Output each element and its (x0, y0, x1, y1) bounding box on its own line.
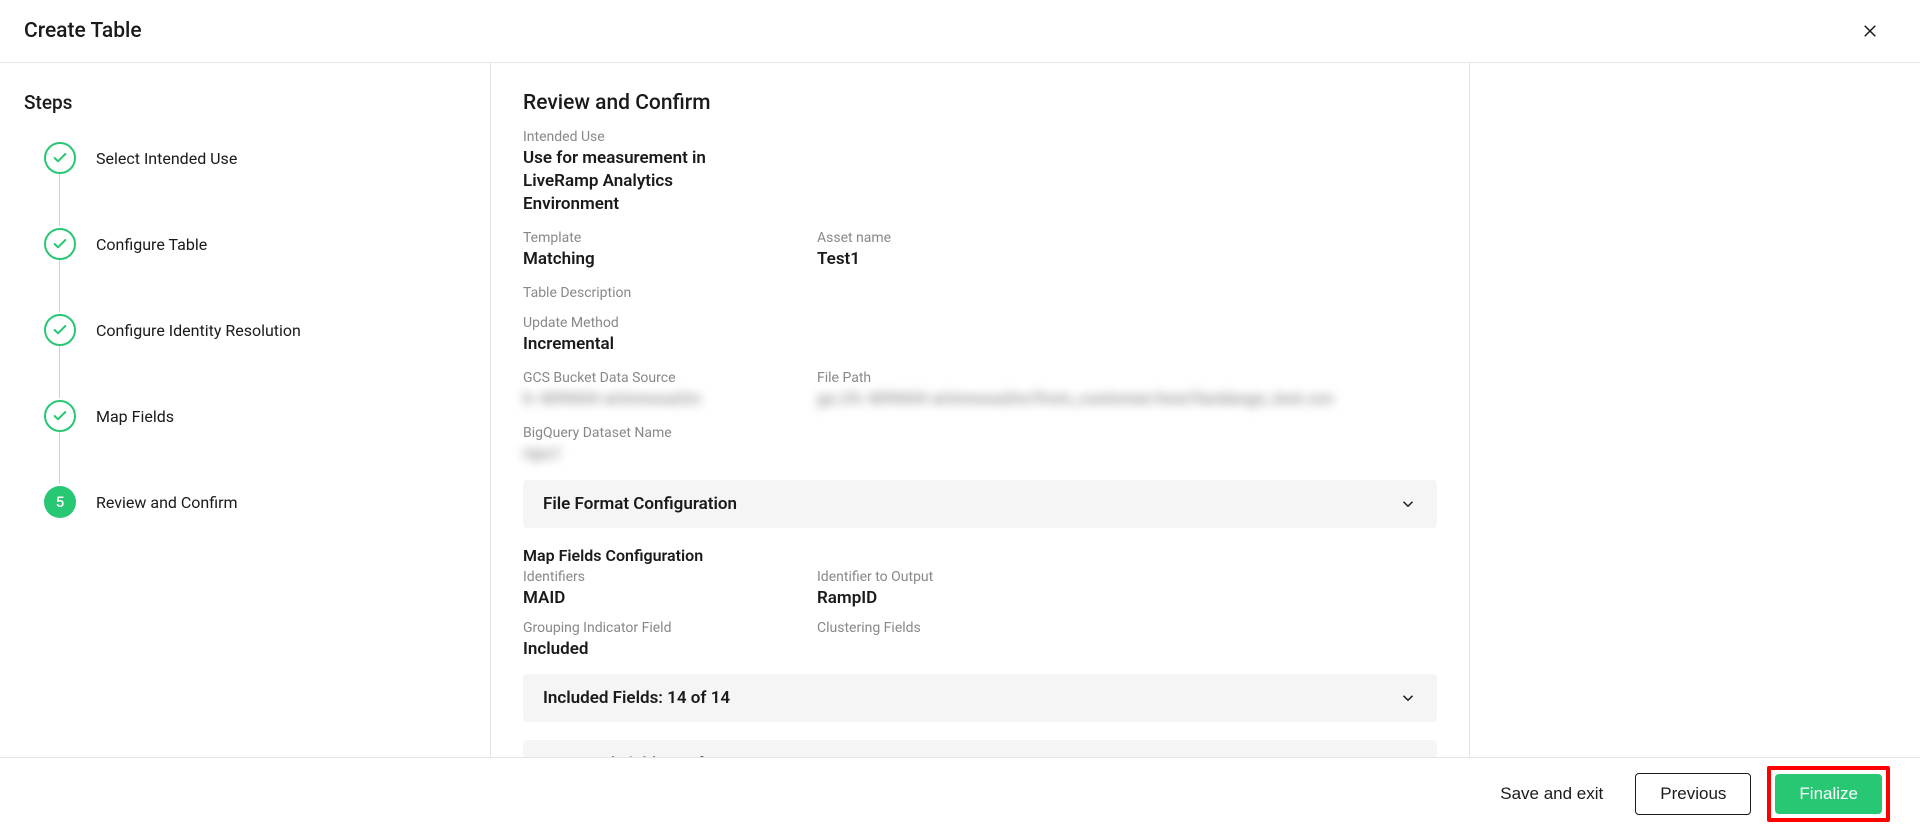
step-number-icon: 5 (44, 486, 76, 518)
finalize-button[interactable]: Finalize (1775, 774, 1882, 814)
bigquery-dataset-value: rips1 (523, 443, 1437, 466)
gcs-bucket-value: lr-409604-arimnoua2m (523, 388, 797, 411)
grouping-indicator-label: Grouping Indicator Field (523, 620, 797, 636)
check-icon (44, 228, 76, 260)
step-label: Configure Table (96, 235, 207, 254)
identifier-output-label: Identifier to Output (817, 569, 1437, 585)
finalize-highlight: Finalize (1767, 766, 1890, 822)
close-icon (1861, 22, 1879, 40)
table-description-label: Table Description (523, 285, 1437, 301)
clustering-fields-label: Clustering Fields (817, 620, 1437, 636)
panel-title: Review and Confirm (523, 91, 1437, 115)
check-icon (44, 314, 76, 346)
check-icon (44, 142, 76, 174)
identifiers-value: MAID (523, 587, 797, 610)
file-path-value: gs://lr-409604-arimnoua2m/from_customer/… (817, 388, 1437, 411)
step-configure-table[interactable]: Configure Table (44, 228, 466, 314)
template-label: Template (523, 230, 797, 246)
map-fields-title: Map Fields Configuration (523, 546, 1437, 565)
step-label: Configure Identity Resolution (96, 321, 301, 340)
gcs-bucket-label: GCS Bucket Data Source (523, 370, 797, 386)
accordion-title: Included Fields: 14 of 14 (543, 688, 730, 708)
dialog-footer: Save and exit Previous Finalize (0, 757, 1920, 829)
step-label: Map Fields (96, 407, 174, 426)
previous-button[interactable]: Previous (1635, 773, 1751, 815)
review-panel: Review and Confirm Intended Use Use for … (490, 63, 1470, 760)
chevron-down-icon (1399, 495, 1417, 513)
check-icon (44, 400, 76, 432)
file-path-label: File Path (817, 370, 1437, 386)
step-select-intended-use[interactable]: Select Intended Use (44, 142, 466, 228)
intended-use-value: Use for measurement in LiveRamp Analytic… (523, 147, 723, 216)
update-method-label: Update Method (523, 315, 1437, 331)
step-label: Review and Confirm (96, 493, 238, 512)
save-exit-button[interactable]: Save and exit (1484, 774, 1619, 814)
included-fields-accordion[interactable]: Included Fields: 14 of 14 (523, 674, 1437, 722)
identifiers-label: Identifiers (523, 569, 797, 585)
step-configure-identity-resolution[interactable]: Configure Identity Resolution (44, 314, 466, 400)
identifier-output-value: RampID (817, 587, 1437, 610)
update-method-value: Incremental (523, 333, 1437, 356)
step-review-confirm[interactable]: 5 Review and Confirm (44, 486, 466, 518)
asset-name-value: Test1 (817, 248, 1437, 271)
dialog-header: Create Table (0, 0, 1920, 63)
bigquery-dataset-label: BigQuery Dataset Name (523, 425, 1437, 441)
close-button[interactable] (1857, 18, 1883, 44)
step-map-fields[interactable]: Map Fields (44, 400, 466, 486)
steps-sidebar: Steps Select Intended Use Configure Tabl… (0, 63, 490, 760)
step-label: Select Intended Use (96, 149, 237, 168)
grouping-indicator-value: Included (523, 638, 797, 661)
asset-name-label: Asset name (817, 230, 1437, 246)
template-value: Matching (523, 248, 797, 271)
chevron-down-icon (1399, 689, 1417, 707)
dialog-title: Create Table (24, 19, 142, 43)
intended-use-label: Intended Use (523, 129, 1437, 145)
steps-title: Steps (24, 91, 466, 114)
file-format-accordion[interactable]: File Format Configuration (523, 480, 1437, 528)
accordion-title: File Format Configuration (543, 494, 737, 514)
